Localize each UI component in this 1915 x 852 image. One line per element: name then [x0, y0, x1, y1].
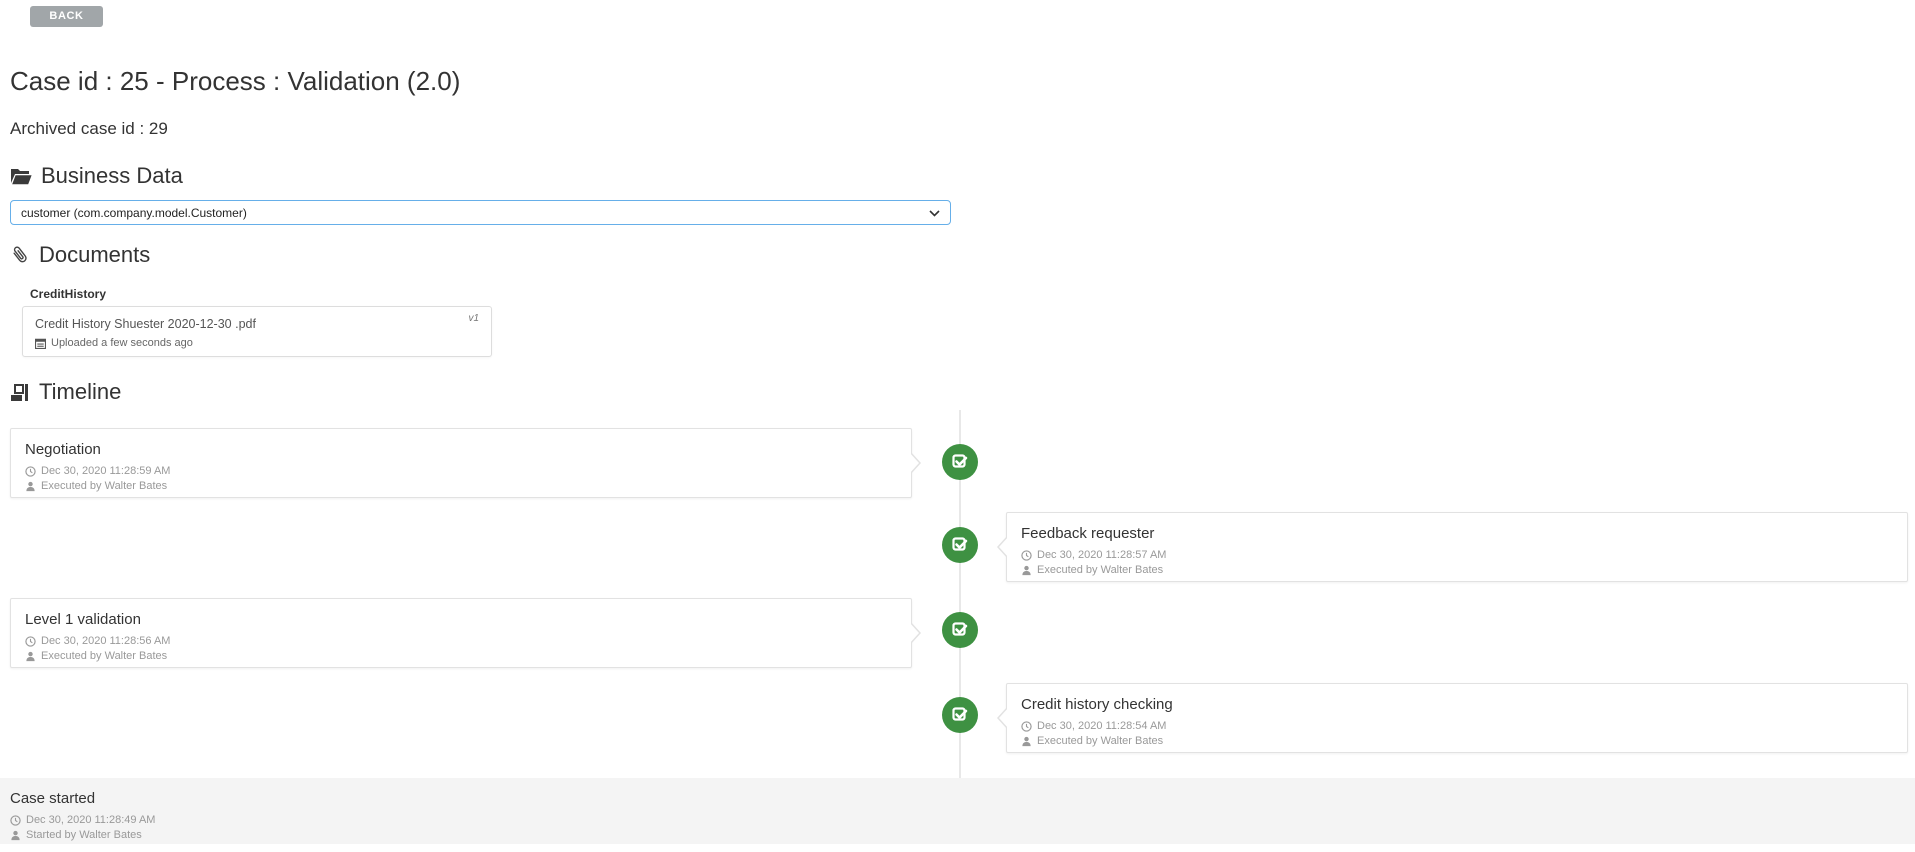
actor-text: Executed by Walter Bates [41, 650, 167, 662]
timeline-entry-title: Negotiation [25, 441, 897, 458]
timeline-entry-timestamp: Dec 30, 2020 11:28:57 AM [1021, 549, 1893, 561]
timeline-entry-level1-validation: Level 1 validation Dec 30, 2020 11:28:56… [10, 598, 912, 668]
timeline-entry-title: Credit history checking [1021, 696, 1893, 713]
actor-text: Executed by Walter Bates [1037, 735, 1163, 747]
timeline-case-started-band: Case started Dec 30, 2020 11:28:49 AM St… [0, 778, 1915, 844]
timeline-entry-timestamp: Dec 30, 2020 11:28:59 AM [25, 465, 897, 477]
calendar-icon [35, 338, 46, 349]
clock-icon [1021, 550, 1032, 561]
documents-heading: Documents [10, 242, 150, 268]
status-done-icon [942, 612, 978, 648]
page-title: Case id : 25 - Process : Validation (2.0… [10, 66, 460, 97]
case-started-title: Case started [10, 790, 1915, 807]
timeline-entry-feedback-requester: Feedback requester Dec 30, 2020 11:28:57… [1006, 512, 1908, 582]
timeline-heading-label: Timeline [39, 379, 121, 405]
paperclip-icon [10, 244, 30, 266]
clock-icon [25, 636, 36, 647]
actor-text: Executed by Walter Bates [41, 480, 167, 492]
documents-heading-label: Documents [39, 242, 150, 268]
business-data-select[interactable]: customer (com.company.model.Customer) [10, 200, 951, 225]
status-done-icon [942, 697, 978, 733]
user-icon [25, 651, 36, 662]
user-icon [1021, 565, 1032, 576]
user-icon [25, 481, 36, 492]
timestamp-text: Dec 30, 2020 11:28:54 AM [1037, 720, 1166, 732]
business-data-heading: Business Data [10, 163, 183, 189]
timeline-heading: Timeline [10, 379, 121, 405]
timeline-entry-timestamp: Dec 30, 2020 11:28:56 AM [25, 635, 897, 647]
actor-text: Executed by Walter Bates [1037, 564, 1163, 576]
document-uploaded-row: Uploaded a few seconds ago [35, 337, 193, 349]
actor-text: Started by Walter Bates [26, 829, 142, 841]
business-data-selected-option: customer (com.company.model.Customer) [21, 206, 929, 220]
document-name-label: CreditHistory [30, 287, 106, 301]
case-started-actor: Started by Walter Bates [10, 829, 1915, 841]
timeline-entry-title: Level 1 validation [25, 611, 897, 628]
user-icon [1021, 736, 1032, 747]
folder-open-icon [10, 167, 32, 186]
clock-icon [25, 466, 36, 477]
case-details-page: BACK Case id : 25 - Process : Validation… [0, 0, 1915, 852]
user-icon [10, 830, 21, 841]
document-file-link[interactable]: Credit History Shuester 2020-12-30 .pdf [35, 317, 256, 331]
document-version-badge: v1 [468, 313, 479, 324]
timestamp-text: Dec 30, 2020 11:28:49 AM [26, 814, 155, 826]
back-button[interactable]: BACK [30, 6, 103, 27]
status-done-icon [942, 444, 978, 480]
business-data-heading-label: Business Data [41, 163, 183, 189]
document-uploaded-text: Uploaded a few seconds ago [51, 337, 193, 349]
timeline-entry-title: Feedback requester [1021, 525, 1893, 542]
chevron-down-icon [929, 206, 940, 220]
timestamp-text: Dec 30, 2020 11:28:56 AM [41, 635, 170, 647]
case-started-timestamp: Dec 30, 2020 11:28:49 AM [10, 814, 1915, 826]
timeline-entry-actor: Executed by Walter Bates [25, 480, 897, 492]
timeline-entry-actor: Executed by Walter Bates [1021, 564, 1893, 576]
timeline-entry-negotiation: Negotiation Dec 30, 2020 11:28:59 AM Exe… [10, 428, 912, 498]
status-done-icon [942, 527, 978, 563]
document-card: Credit History Shuester 2020-12-30 .pdf … [22, 306, 492, 357]
timeline-entry-timestamp: Dec 30, 2020 11:28:54 AM [1021, 720, 1893, 732]
timeline-chart-icon [10, 383, 30, 402]
timeline-entry-actor: Executed by Walter Bates [25, 650, 897, 662]
archived-case-id: Archived case id : 29 [10, 119, 168, 139]
timestamp-text: Dec 30, 2020 11:28:57 AM [1037, 549, 1166, 561]
clock-icon [10, 815, 21, 826]
timeline-entry-credit-history-checking: Credit history checking Dec 30, 2020 11:… [1006, 683, 1908, 753]
timestamp-text: Dec 30, 2020 11:28:59 AM [41, 465, 170, 477]
timeline-entry-actor: Executed by Walter Bates [1021, 735, 1893, 747]
clock-icon [1021, 721, 1032, 732]
